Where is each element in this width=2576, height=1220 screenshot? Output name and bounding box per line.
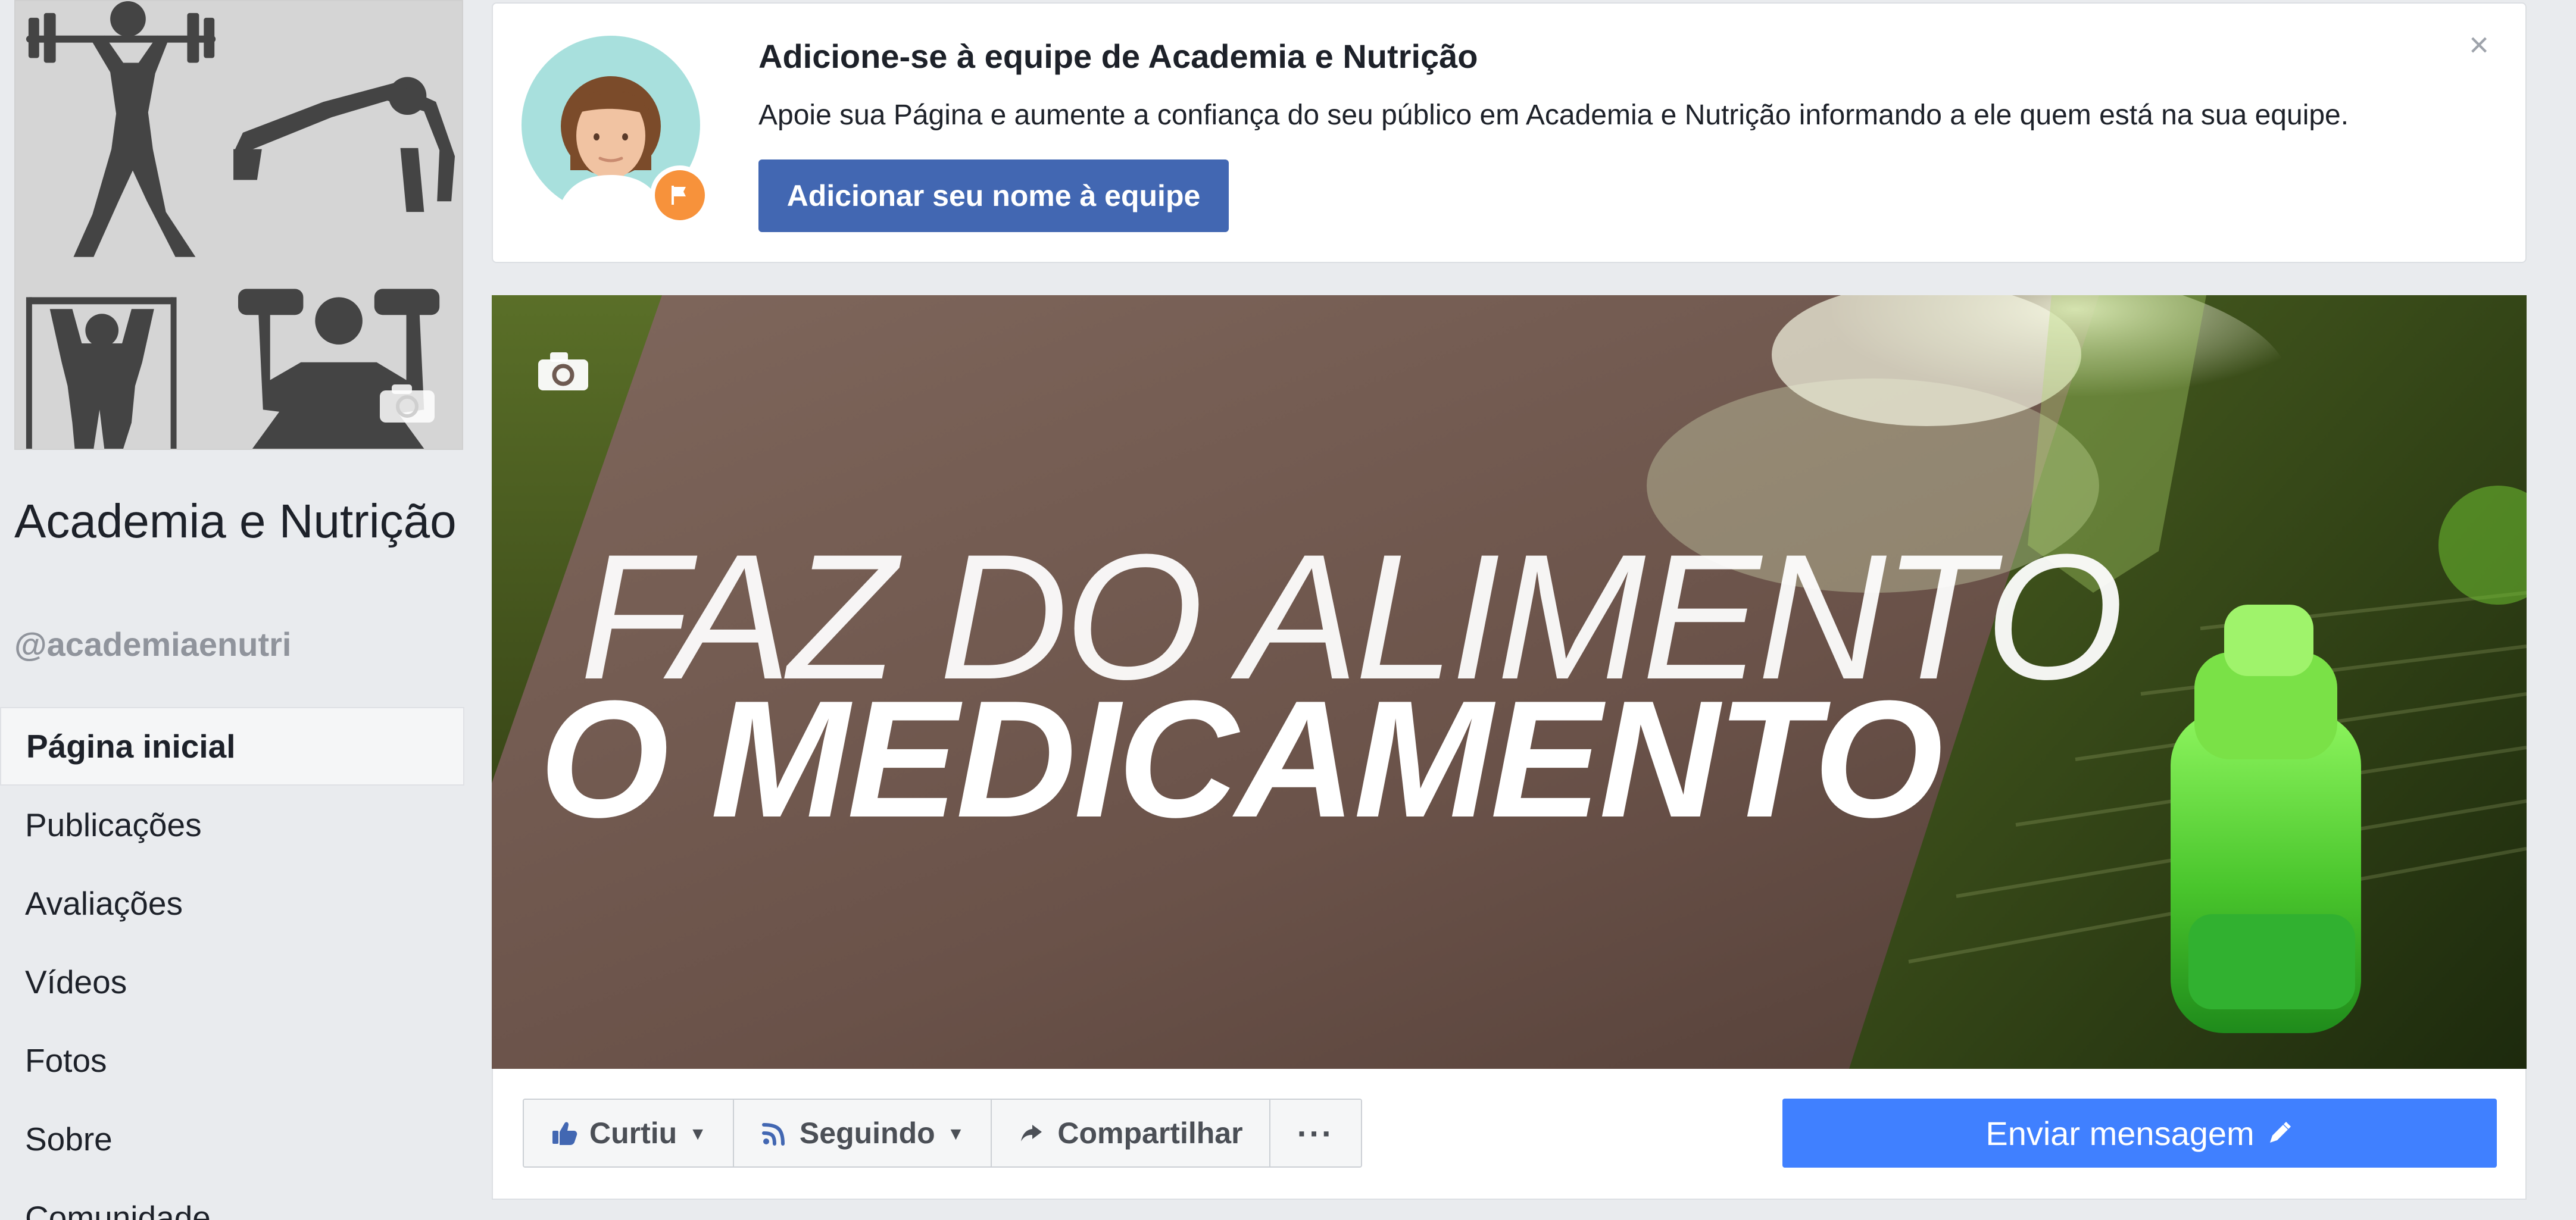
sidebar-item-photos[interactable]: Fotos [0, 1021, 464, 1100]
sidebar-item-about[interactable]: Sobre [0, 1100, 464, 1178]
profile-photo[interactable] [14, 0, 463, 450]
sidebar-item-label: Publicações [25, 806, 202, 843]
sidebar: Página inicial Publicações Avaliações Ví… [0, 707, 464, 1220]
cover-photo[interactable]: FAZ DO ALIMENTO O MEDICAMENTO [492, 295, 2527, 1069]
close-icon[interactable]: × [2461, 27, 2497, 63]
send-message-button[interactable]: Enviar mensagem [1782, 1099, 2497, 1168]
cover-headline-line2: O MEDICAMENTO [539, 667, 1943, 852]
sidebar-item-label: Comunidade [25, 1199, 211, 1220]
sidebar-item-posts[interactable]: Publicações [0, 786, 464, 864]
share-button[interactable]: Compartilhar [992, 1100, 1270, 1166]
team-card-description: Apoie sua Página e aumente a confiança d… [758, 99, 2349, 131]
sidebar-item-label: Avaliações [25, 885, 183, 922]
team-card-title: Adicione-se à equipe de Academia e Nutri… [758, 37, 1478, 75]
liked-button-label: Curtiu [589, 1116, 677, 1150]
camera-icon[interactable] [537, 350, 589, 392]
team-invite-card: Adicione-se à equipe de Academia e Nutri… [492, 2, 2527, 263]
following-button-label: Seguindo [799, 1116, 935, 1150]
page-action-bar: Curtiu ▼ Seguindo ▼ Compartilhar ··· Env… [492, 1069, 2527, 1200]
flag-icon [650, 165, 710, 225]
following-button[interactable]: Seguindo ▼ [733, 1100, 992, 1166]
page-action-buttons: Curtiu ▼ Seguindo ▼ Compartilhar ··· [523, 1099, 1362, 1168]
page-title: Academia e Nutrição [14, 495, 457, 548]
sidebar-item-label: Página inicial [26, 728, 236, 765]
rss-icon [760, 1119, 789, 1147]
facebook-page: Academia e Nutrição @academiaenutri Pági… [0, 0, 2576, 1220]
chevron-down-icon: ▼ [689, 1124, 707, 1144]
sidebar-item-label: Sobre [25, 1121, 113, 1158]
page-handle: @academiaenutri [14, 625, 292, 663]
sidebar-item-reviews[interactable]: Avaliações [0, 864, 464, 943]
share-arrow-icon [1018, 1119, 1047, 1147]
sidebar-item-label: Fotos [25, 1042, 107, 1079]
liked-button[interactable]: Curtiu ▼ [524, 1100, 734, 1166]
more-options-button[interactable]: ··· [1270, 1100, 1361, 1166]
thumb-up-icon [550, 1119, 579, 1147]
sidebar-item-label: Vídeos [25, 964, 127, 1000]
add-name-to-team-button[interactable]: Adicionar seu nome à equipe [758, 159, 1229, 232]
chevron-down-icon: ▼ [947, 1124, 965, 1144]
camera-icon[interactable] [377, 382, 437, 425]
pencil-icon [2265, 1119, 2294, 1147]
sidebar-item-community[interactable]: Comunidade [0, 1178, 464, 1220]
more-icon: ··· [1297, 1114, 1334, 1152]
share-button-label: Compartilhar [1057, 1116, 1243, 1150]
sidebar-item-videos[interactable]: Vídeos [0, 943, 464, 1021]
sidebar-item-home[interactable]: Página inicial [0, 707, 464, 786]
send-message-label: Enviar mensagem [1985, 1114, 2255, 1152]
